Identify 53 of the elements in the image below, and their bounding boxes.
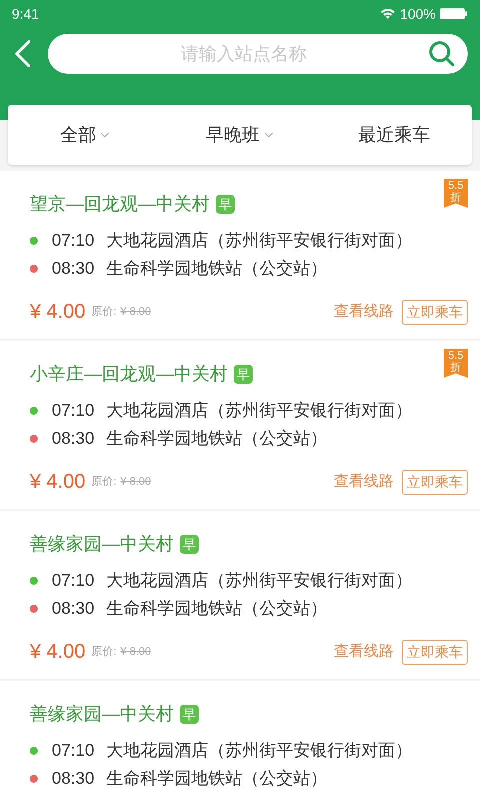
- filter-tab[interactable]: 早晚班: [162, 122, 318, 148]
- wifi-icon: [380, 8, 396, 20]
- ride-now-button[interactable]: 立即乘车: [402, 640, 468, 664]
- discount-value: 5.5: [448, 350, 464, 362]
- stop-time: 08:30: [52, 598, 95, 620]
- original-price: ¥ 8.00: [120, 644, 152, 660]
- ride-now-button[interactable]: 立即乘车: [402, 470, 468, 494]
- chevron-down-icon: [264, 132, 274, 138]
- battery-icon: [440, 8, 468, 20]
- stop-time: 07:10: [52, 400, 95, 422]
- discount-unit: 折: [450, 192, 462, 204]
- stop-name: 生命科学园地铁站（公交站）: [106, 598, 328, 620]
- discount-unit: 折: [450, 362, 462, 374]
- route-title: 小辛庄—回龙观—中关村: [30, 362, 228, 386]
- route-title: 望京—回龙观—中关村: [30, 192, 210, 216]
- stop-name: 大地花园酒店（苏州街平安银行街对面）: [106, 570, 413, 592]
- stop-time: 08:30: [52, 258, 95, 280]
- shift-badge: 早: [180, 704, 199, 724]
- search-icon[interactable]: [428, 40, 456, 68]
- view-route-link[interactable]: 查看线路: [334, 300, 394, 324]
- filter-tab[interactable]: 最近乘车: [317, 122, 472, 148]
- stop-name: 大地花园酒店（苏州街平安银行街对面）: [106, 740, 413, 762]
- stop-time: 07:10: [52, 740, 95, 762]
- stop-time: 07:10: [52, 570, 95, 592]
- route-title: 善缘家园—中关村: [30, 532, 174, 556]
- stop-name: 生命科学园地铁站（公交站）: [106, 428, 328, 450]
- stop-name: 大地花园酒店（苏州街平安银行街对面）: [106, 400, 413, 422]
- ride-now-button[interactable]: 立即乘车: [402, 300, 468, 324]
- stop-time: 08:30: [52, 768, 95, 790]
- route-title: 善缘家园—中关村: [30, 702, 174, 726]
- battery-percent: 100%: [400, 4, 436, 24]
- view-route-link[interactable]: 查看线路: [334, 470, 394, 494]
- stop-time: 08:30: [52, 428, 95, 450]
- discount-value: 5.5: [448, 180, 464, 192]
- status-time: 9:41: [12, 4, 40, 24]
- original-price-label: 原价:: [92, 474, 117, 490]
- price: ¥ 4.00: [30, 470, 86, 495]
- original-price: ¥ 8.00: [120, 474, 152, 490]
- shift-badge: 早: [180, 534, 199, 554]
- original-price: ¥ 8.00: [120, 304, 152, 320]
- stop-name: 生命科学园地铁站（公交站）: [106, 258, 328, 280]
- filter-tab[interactable]: 全部: [8, 122, 163, 148]
- view-route-link[interactable]: 查看线路: [334, 640, 394, 664]
- stop-time: 07:10: [52, 230, 95, 252]
- stop-name: 大地花园酒店（苏州街平安银行街对面）: [106, 230, 413, 252]
- price: ¥ 4.00: [30, 640, 86, 665]
- price: ¥ 4.00: [30, 300, 86, 325]
- original-price-label: 原价:: [92, 644, 117, 660]
- shift-badge: 早: [216, 194, 235, 214]
- chevron-down-icon: [100, 132, 110, 138]
- stop-name: 生命科学园地铁站（公交站）: [106, 768, 328, 790]
- original-price-label: 原价:: [92, 304, 117, 320]
- shift-badge: 早: [234, 364, 253, 384]
